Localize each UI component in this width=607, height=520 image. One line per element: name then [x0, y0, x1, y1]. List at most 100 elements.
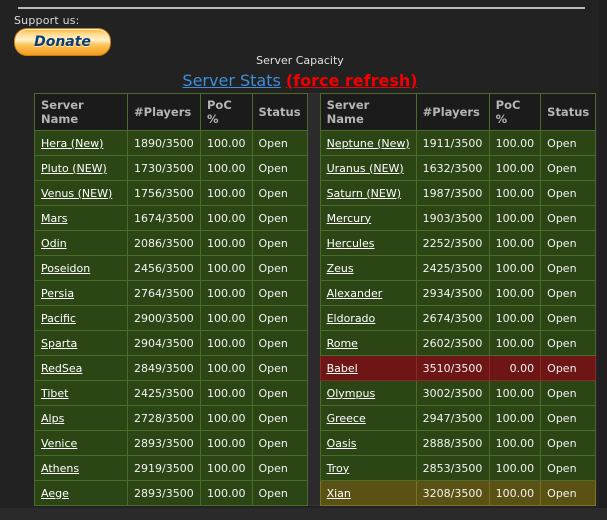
server-link[interactable]: Uranus (NEW) [327, 162, 404, 175]
cell-server-name: Sparta [34, 330, 128, 356]
column-header-poc[interactable]: PoC % [200, 93, 253, 131]
server-link[interactable]: Alps [41, 412, 64, 425]
table-row: Mars 1674/3500 100.00 Open [34, 205, 308, 231]
cell-status: Open [540, 230, 597, 256]
cell-players: 2425/3500 [415, 255, 490, 281]
table-row: Sparta 2904/3500 100.00 Open [34, 330, 308, 356]
cell-poc-percent: 100.00 [200, 330, 253, 356]
table-row: Olympus 3002/3500 100.00 Open [319, 380, 597, 406]
server-link[interactable]: Hercules [327, 237, 375, 250]
table-row: Hercules 2252/3500 100.00 Open [319, 230, 597, 256]
cell-status: Open [251, 430, 308, 456]
cell-status: Open [251, 205, 308, 231]
cell-poc-percent: 100.00 [488, 455, 542, 481]
cell-status: Open [251, 230, 308, 256]
server-link[interactable]: Saturn (NEW) [327, 187, 401, 200]
cell-poc-percent: 100.00 [200, 305, 253, 331]
cell-status: Open [540, 205, 597, 231]
cell-server-name: Alexander [319, 280, 417, 306]
column-header-server-name[interactable]: Server Name [34, 93, 128, 131]
table-header-left: Server Name #Players PoC % Status [34, 93, 308, 131]
cell-players: 2086/3500 [127, 230, 201, 256]
cell-players: 2764/3500 [127, 280, 201, 306]
cell-status: Open [251, 455, 308, 481]
server-link[interactable]: Mars [41, 212, 68, 225]
server-link[interactable]: Tibet [41, 387, 69, 400]
server-link[interactable]: Athens [41, 462, 79, 475]
server-link[interactable]: Venus (NEW) [41, 187, 112, 200]
header-row: Server Name #Players PoC % Status [34, 93, 308, 131]
cell-players: 3208/3500 [415, 480, 490, 506]
table-row: Venice 2893/3500 100.00 Open [34, 430, 308, 456]
cell-status: Open [251, 480, 308, 506]
cell-status: Open [251, 280, 308, 306]
cell-players: 1756/3500 [127, 180, 201, 206]
server-link[interactable]: Babel [327, 362, 358, 375]
server-link[interactable]: Rome [327, 337, 358, 350]
table-row: Hera (New) 1890/3500 100.00 Open [34, 130, 308, 156]
server-stats-heading: Server Stats (force refresh) [0, 71, 600, 90]
column-header-players[interactable]: #Players [415, 93, 490, 131]
table-row: Alps 2728/3500 100.00 Open [34, 405, 308, 431]
cell-status: Open [251, 355, 308, 381]
cell-players: 2425/3500 [127, 380, 201, 406]
column-header-status[interactable]: Status [251, 93, 308, 131]
cell-status: Open [251, 155, 308, 181]
column-header-status[interactable]: Status [540, 93, 597, 131]
cell-players: 1730/3500 [127, 155, 201, 181]
cell-server-name: Hercules [319, 230, 417, 256]
cell-players: 2919/3500 [127, 455, 201, 481]
server-link[interactable]: Mercury [327, 212, 372, 225]
server-link[interactable]: Greece [327, 412, 366, 425]
cell-poc-percent: 100.00 [200, 405, 253, 431]
server-link[interactable]: Pluto (NEW) [41, 162, 107, 175]
cell-poc-percent: 100.00 [200, 430, 253, 456]
server-link[interactable]: Persia [41, 287, 74, 300]
cell-server-name: Alps [34, 405, 128, 431]
server-link[interactable]: Pacific [41, 312, 76, 325]
cell-server-name: Neptune (New) [319, 130, 417, 156]
cell-status: Open [251, 380, 308, 406]
server-link[interactable]: Venice [41, 437, 77, 450]
table-row: RedSea 2849/3500 100.00 Open [34, 355, 308, 381]
cell-players: 1911/3500 [415, 130, 490, 156]
cell-poc-percent: 100.00 [488, 155, 542, 181]
server-link[interactable]: Aege [41, 487, 69, 500]
server-link[interactable]: Poseidon [41, 262, 90, 275]
server-link[interactable]: Neptune (New) [327, 137, 410, 150]
cell-status: Open [251, 255, 308, 281]
cell-poc-percent: 0.00 [488, 355, 542, 381]
server-link[interactable]: Troy [327, 462, 350, 475]
cell-status: Open [251, 130, 308, 156]
cell-server-name: Mars [34, 205, 128, 231]
cell-server-name: Uranus (NEW) [319, 155, 417, 181]
server-capacity-title: Server Capacity [256, 54, 344, 67]
cell-server-name: Tibet [34, 380, 128, 406]
server-stats-link[interactable]: Server Stats [182, 71, 280, 90]
column-header-players[interactable]: #Players [127, 93, 201, 131]
force-refresh-link[interactable]: (force refresh) [286, 71, 418, 90]
server-link[interactable]: Oasis [327, 437, 357, 450]
server-link[interactable]: Odin [41, 237, 67, 250]
server-link[interactable]: Zeus [327, 262, 354, 275]
column-header-poc[interactable]: PoC % [488, 93, 542, 131]
server-link[interactable]: Eldorado [327, 312, 376, 325]
donate-button[interactable]: Donate [14, 28, 111, 56]
server-link[interactable]: Sparta [41, 337, 77, 350]
cell-players: 1674/3500 [127, 205, 201, 231]
cell-status: Open [540, 155, 597, 181]
cell-status: Open [540, 455, 597, 481]
cell-poc-percent: 100.00 [488, 255, 542, 281]
server-link[interactable]: RedSea [41, 362, 82, 375]
column-header-server-name[interactable]: Server Name [319, 93, 417, 131]
cell-status: Open [540, 280, 597, 306]
table-row: Xian 3208/3500 100.00 Open [319, 480, 597, 506]
server-link[interactable]: Alexander [327, 287, 383, 300]
server-link[interactable]: Hera (New) [41, 137, 103, 150]
header-row: Server Name #Players PoC % Status [319, 93, 597, 131]
server-link[interactable]: Xian [327, 487, 351, 500]
table-row: Venus (NEW) 1756/3500 100.00 Open [34, 180, 308, 206]
server-link[interactable]: Olympus [327, 387, 376, 400]
table-row: Pluto (NEW) 1730/3500 100.00 Open [34, 155, 308, 181]
table-row: Athens 2919/3500 100.00 Open [34, 455, 308, 481]
